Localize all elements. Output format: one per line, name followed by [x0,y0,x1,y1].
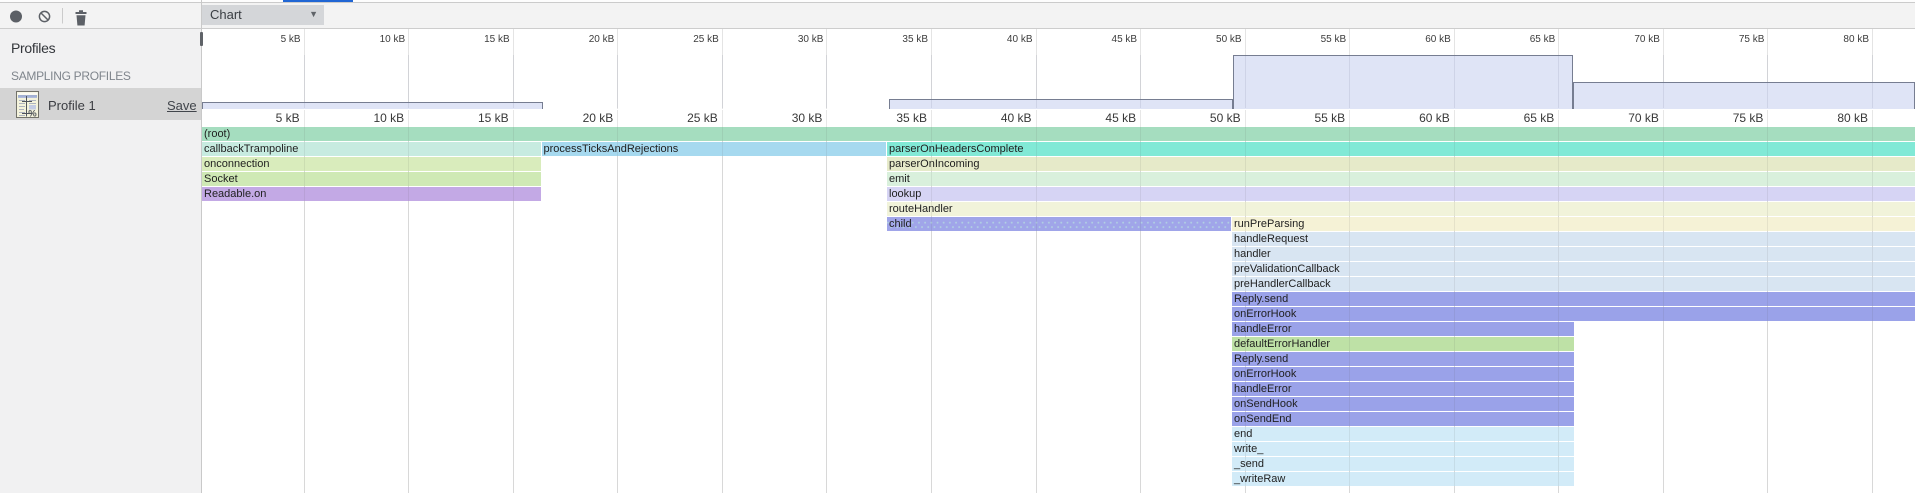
svg-text:%: % [28,109,37,118]
